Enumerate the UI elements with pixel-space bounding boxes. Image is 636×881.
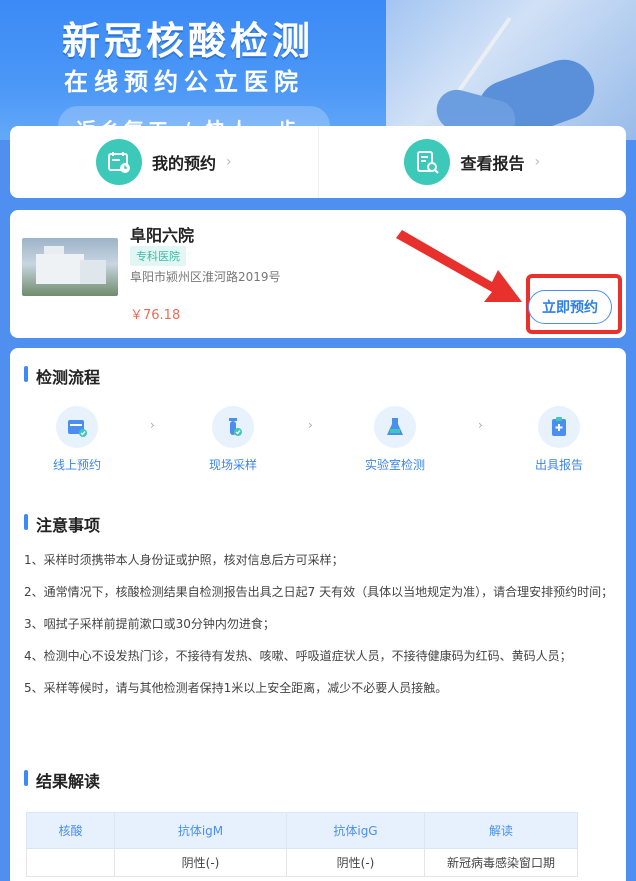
book-now-button[interactable]: 立即预约 [528, 290, 612, 324]
view-report-button[interactable]: 查看报告 › [317, 126, 627, 198]
column-header: 抗体igM [114, 812, 287, 849]
step-separator: › [308, 418, 313, 432]
view-report-label: 查看报告 [460, 154, 525, 173]
step-report-issued: 出具报告 [514, 406, 604, 473]
chevron-right-icon: › [534, 154, 541, 170]
notice-item: 3、咽拭子采样前提前漱口或30分钟内勿进食； [24, 617, 275, 631]
column-header: 抗体igG [286, 812, 425, 849]
chevron-right-icon: › [225, 154, 232, 170]
banner-title: 新冠核酸检测 [62, 19, 315, 63]
clipboard-icon [538, 406, 580, 448]
report-search-icon [404, 139, 451, 185]
step-lab-testing: 实验室检测 [350, 406, 440, 473]
test-price: ￥76.18 [130, 308, 181, 323]
calendar-clock-icon [95, 139, 142, 185]
notice-item: 2、通常情况下，核酸检测结果自检测报告出具之日起7 天有效（具体以当地规定为准）… [24, 585, 614, 599]
table-cell: 阴性(-) [286, 848, 425, 877]
table-cell: 阴性(-) [114, 848, 287, 877]
step-label: 现场采样 [208, 458, 257, 472]
hospital-address: 阜阳市颍州区淮河路2019号 [130, 270, 281, 284]
table-row: 阴性(-) 阴性(-) 新冠病毒感染窗口期 [26, 848, 578, 877]
results-table: 核酸 抗体igM 抗体igG 解读 阴性(-) 阴性(-) 新冠病毒感染窗口期 [26, 812, 578, 877]
hospital-type-badge: 专科医院 [130, 246, 186, 266]
results-section-title: 结果解读 [24, 768, 100, 792]
flask-icon [374, 406, 416, 448]
test-tube-icon [212, 406, 254, 448]
hospital-card[interactable]: 阜阳六院 专科医院 阜阳市颍州区淮河路2019号 ￥76.18 立即预约 [10, 210, 626, 338]
calendar-check-icon [56, 406, 98, 448]
building-shape [36, 254, 84, 284]
process-steps: 线上预约 › 现场采样 › 实验室检测 › 出具报告 [10, 406, 626, 476]
notice-list: 1、采样时须携带本人身份证或护照，核对信息后方可采样； 2、通常情况下，核酸检测… [24, 550, 614, 710]
info-card: 检测流程 线上预约 › 现场采样 › 实验室检测 › 出具报告 注意事项 1、采… [10, 348, 626, 881]
column-header: 解读 [424, 812, 578, 849]
step-label: 出具报告 [534, 458, 583, 472]
process-section-title: 检测流程 [24, 364, 100, 388]
step-label: 线上预约 [52, 458, 101, 472]
table-cell: 新冠病毒感染窗口期 [424, 848, 578, 877]
hospital-photo [22, 238, 118, 296]
building-shape [80, 260, 106, 284]
notice-section-title: 注意事项 [24, 512, 100, 536]
red-arrow-annotation [396, 230, 522, 302]
banner-photo [386, 0, 636, 140]
step-onsite-sampling: 现场采样 [188, 406, 278, 473]
notice-item: 4、检测中心不设发热门诊，不接待有发热、咳嗽、呼吸道症状人员，不接待健康码为红码… [24, 649, 572, 663]
step-label: 实验室检测 [364, 458, 425, 472]
my-appointments-label: 我的预约 [151, 154, 216, 173]
table-header-row: 核酸 抗体igM 抗体igG 解读 [26, 812, 578, 849]
table-cell [26, 848, 115, 877]
my-appointments-button[interactable]: 我的预约 › [10, 126, 318, 198]
promo-banner: 新冠核酸检测 在线预约公立医院 返乡复工 / 快人一步 [0, 0, 636, 140]
banner-subtitle: 在线预约公立医院 [64, 68, 304, 96]
step-separator: › [150, 418, 155, 432]
hospital-name: 阜阳六院 [130, 226, 195, 245]
step-separator: › [478, 418, 483, 432]
quick-actions-card: 我的预约 › 查看报告 › [10, 126, 626, 198]
step-online-booking: 线上预约 [32, 406, 122, 473]
column-header: 核酸 [26, 812, 115, 849]
notice-item: 5、采样等候时，请与其他检测者保持1米以上安全距离，减少不必要人员接触。 [24, 681, 448, 695]
notice-item: 1、采样时须携带本人身份证或护照，核对信息后方可采样； [24, 553, 344, 567]
